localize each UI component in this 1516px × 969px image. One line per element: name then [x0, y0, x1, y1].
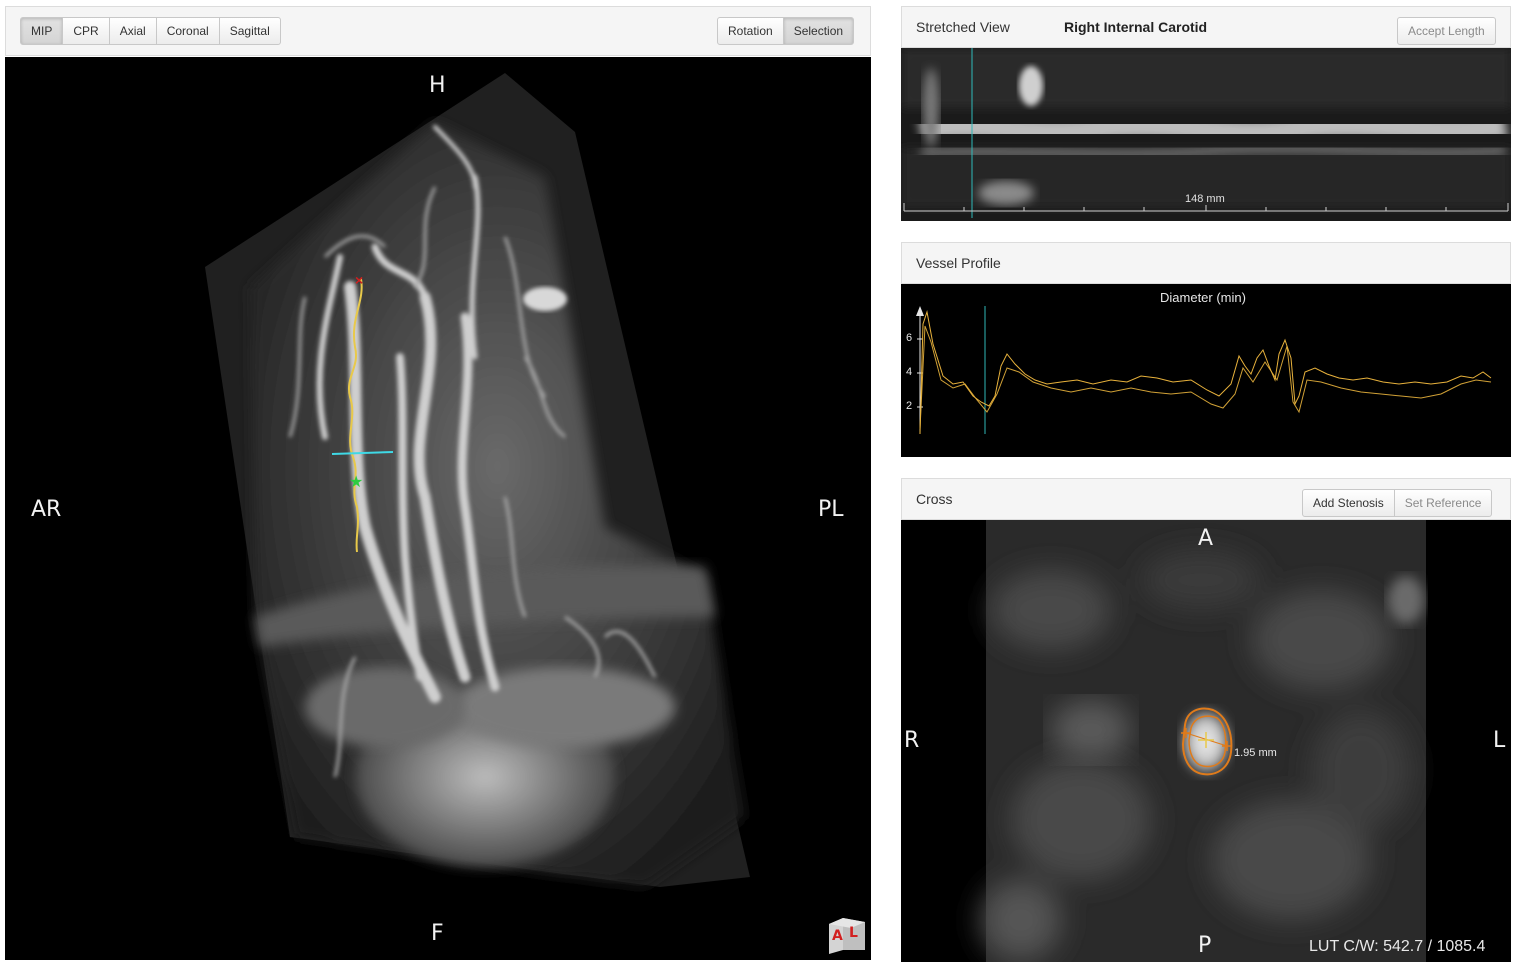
profile-title: Vessel Profile	[916, 255, 1001, 271]
y-tick-6: 6	[906, 332, 913, 344]
cross-viewport[interactable]: A P R L 1.95 mm LUT C/W: 542.7 / 1085.4	[901, 520, 1511, 962]
mip-viewport[interactable]: × ★ H F AR PL A L	[5, 57, 871, 960]
cross-header: Cross Add Stenosis Set Reference	[901, 478, 1511, 520]
axial-button[interactable]: Axial	[108, 17, 157, 45]
end-marker-icon: ★	[349, 474, 363, 491]
y-axis-arrow-icon	[916, 306, 924, 316]
diameter-measurement-label: 1.95 mm	[1234, 747, 1277, 759]
accept-length-button[interactable]: Accept Length	[1397, 17, 1496, 45]
y-tick-2: 2	[906, 400, 913, 412]
stretched-viewport[interactable]: 148 mm	[901, 48, 1511, 221]
orientation-top: H	[429, 73, 446, 98]
profile-viewport[interactable]: Diameter (min) 6 4 2	[901, 284, 1511, 457]
cross-orientation-right: L	[1493, 728, 1506, 753]
y-tick-4: 4	[906, 366, 913, 378]
stretched-vessel	[918, 111, 1509, 147]
coronal-button[interactable]: Coronal	[155, 17, 220, 45]
set-reference-button[interactable]: Set Reference	[1393, 489, 1493, 517]
diameter-curve-max	[919, 310, 1492, 435]
orientation-right: PL	[818, 497, 844, 522]
mip-render: × ★	[205, 73, 750, 887]
cross-render	[981, 520, 1426, 962]
selection-button[interactable]: Selection	[782, 17, 855, 45]
vessel-name: Right Internal Carotid	[1064, 19, 1208, 35]
add-stenosis-button[interactable]: Add Stenosis	[1302, 489, 1395, 517]
left-toolbar: MIP CPR Axial Coronal Sagittal Rotation …	[5, 6, 871, 56]
stretched-header: Stretched View Right Internal Carotid Ac…	[901, 6, 1511, 48]
cross-orientation-left: R	[904, 728, 920, 753]
cross-orientation-bottom: P	[1198, 933, 1212, 958]
lut-readout: LUT C/W: 542.7 / 1085.4	[1309, 938, 1486, 955]
cross-actions: Add Stenosis Set Reference	[1302, 489, 1493, 517]
cube-label-a: A	[832, 928, 843, 944]
orientation-cube-icon[interactable]: A L	[825, 914, 867, 954]
view-mode-group: MIP CPR Axial Coronal Sagittal	[20, 17, 281, 45]
mip-button[interactable]: MIP	[20, 17, 64, 45]
cpr-button[interactable]: CPR	[62, 17, 110, 45]
cube-label-l: L	[849, 925, 858, 941]
profile-chart	[916, 306, 1492, 435]
diameter-curve-min	[919, 325, 1492, 430]
interaction-mode-group: Rotation Selection	[717, 17, 855, 45]
profile-header: Vessel Profile	[901, 242, 1511, 284]
cross-title: Cross	[916, 491, 953, 507]
cross-orientation-top: A	[1198, 526, 1214, 551]
start-marker-icon: ×	[355, 272, 363, 288]
stretched-scale-label: 148 mm	[1185, 193, 1225, 205]
orientation-bottom: F	[431, 921, 444, 946]
stretched-title: Stretched View	[916, 19, 1010, 35]
sagittal-button[interactable]: Sagittal	[218, 17, 281, 45]
rotation-button[interactable]: Rotation	[717, 17, 784, 45]
orientation-left: AR	[31, 497, 62, 522]
